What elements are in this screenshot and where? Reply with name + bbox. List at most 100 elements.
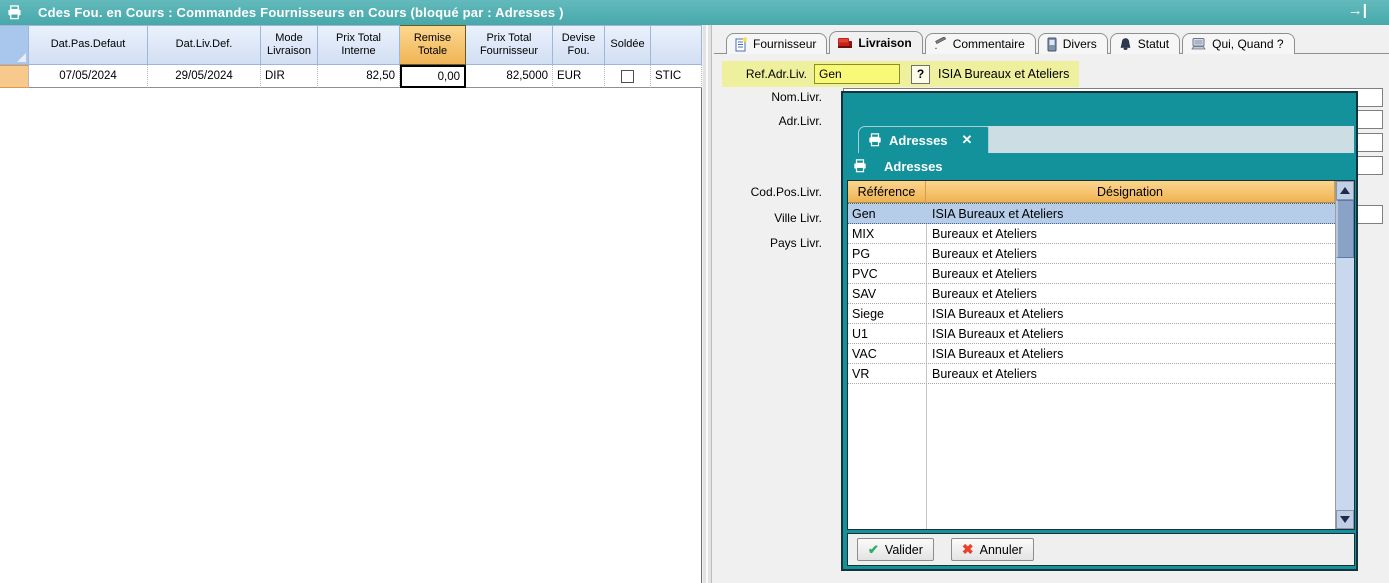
nom-livr-label: Nom.Livr. — [712, 90, 822, 104]
annuler-label: Annuler — [980, 543, 1023, 557]
tab-label: Statut — [1138, 37, 1169, 51]
order-row[interactable]: 07/05/2024 29/05/2024 DIR 82,50 0,00 82,… — [0, 65, 702, 88]
tab-fournisseur[interactable]: Fournisseur — [726, 33, 827, 54]
cell-reference: PVC — [848, 264, 926, 283]
dialog-toolbar: Adresses — [853, 155, 943, 177]
adresses-table-body: Référence Désignation Gen ISIA Bureaux e… — [848, 181, 1335, 529]
adresses-table-header: Référence Désignation — [848, 181, 1335, 203]
address-row-mix[interactable]: MIX Bureaux et Ateliers — [848, 224, 1335, 244]
address-row-siege[interactable]: Siege ISIA Bureaux et Ateliers — [848, 304, 1335, 324]
document-icon — [734, 37, 748, 52]
ref-adr-liv-label: Ref.Adr.Liv. — [722, 67, 814, 81]
annuler-button[interactable]: ✖ Annuler — [951, 538, 1034, 561]
tab-label: Commentaire — [953, 37, 1025, 51]
cell-reference: VR — [848, 364, 926, 383]
tab-divers[interactable]: Divers — [1038, 33, 1108, 54]
adr-livr-label: Adr.Livr. — [712, 114, 822, 128]
address-row-pg[interactable]: PG Bureaux et Ateliers — [848, 244, 1335, 264]
col-header-remise-totale[interactable]: Remise Totale — [400, 25, 466, 65]
address-row-vac[interactable]: VAC ISIA Bureaux et Ateliers — [848, 344, 1335, 364]
cell-soldee — [605, 65, 651, 88]
cell-prix-total-interne[interactable]: 82,50 — [318, 65, 400, 88]
col-header-blank[interactable] — [651, 25, 702, 65]
cell-remise-totale-selected[interactable]: 0,00 — [400, 65, 466, 88]
cell-reference: VAC — [848, 344, 926, 363]
check-icon: ✔ — [868, 542, 879, 558]
address-row-gen[interactable]: Gen ISIA Bureaux et Ateliers — [848, 203, 1335, 224]
expand-arrow-icon[interactable]: →| — [1348, 2, 1367, 19]
panel-splitter[interactable] — [703, 25, 712, 583]
tab-label: Livraison — [858, 36, 911, 50]
col-header-soldee[interactable]: Soldée — [605, 25, 651, 65]
col-header-prix-total-fournisseur[interactable]: Prix Total Fournisseur — [466, 25, 553, 65]
cod-pos-livr-label: Cod.Pos.Livr. — [712, 185, 822, 199]
cell-dat-liv-def[interactable]: 29/05/2024 — [148, 65, 261, 88]
col-header-dat-pas-defaut[interactable]: Dat.Pas.Defaut — [29, 25, 148, 65]
printer-icon — [7, 5, 22, 20]
col-header-reference[interactable]: Référence — [848, 181, 926, 203]
scrollbar-thumb[interactable] — [1336, 200, 1354, 258]
tab-qui-quand[interactable]: Qui, Quand ? — [1182, 33, 1294, 54]
scroll-up-button[interactable] — [1336, 181, 1354, 200]
cell-designation: Bureaux et Ateliers — [926, 264, 1335, 283]
dialog-toolbar-title: Adresses — [884, 159, 943, 174]
adresses-dialog-tab[interactable]: Adresses ✕ — [858, 126, 989, 153]
printer-icon — [868, 133, 882, 147]
adresses-dialog: Adresses ✕ Adresses Référence Désignatio… — [841, 91, 1358, 571]
address-row-sav[interactable]: SAV Bureaux et Ateliers — [848, 284, 1335, 304]
cell-devise-fou[interactable]: EUR — [553, 65, 605, 88]
col-header-devise-fou[interactable]: Devise Fou. — [553, 25, 605, 65]
arrow-down-icon — [1340, 516, 1350, 523]
address-row-u1[interactable]: U1 ISIA Bureaux et Ateliers — [848, 324, 1335, 344]
cell-designation: Bureaux et Ateliers — [926, 364, 1335, 383]
soldee-checkbox[interactable] — [621, 70, 634, 83]
col-header-dat-liv-def[interactable]: Dat.Liv.Def. — [148, 25, 261, 65]
arrow-up-icon — [1340, 187, 1350, 194]
pays-livr-label: Pays Livr. — [712, 236, 822, 250]
lookup-question-button[interactable]: ? — [911, 65, 930, 84]
cell-code[interactable]: STIC — [651, 65, 702, 88]
corner-triangle-icon — [17, 53, 26, 62]
cell-reference: U1 — [848, 324, 926, 343]
window-titlebar: Cdes Fou. en Cours : Commandes Fournisse… — [0, 0, 1389, 25]
ref-adr-liv-value: Gen — [819, 67, 842, 81]
address-row-pvc[interactable]: PVC Bureaux et Ateliers — [848, 264, 1335, 284]
close-icon[interactable]: ✕ — [962, 132, 973, 148]
scroll-down-button[interactable] — [1336, 510, 1354, 529]
ville-livr-label: Ville Livr. — [712, 211, 822, 225]
valider-label: Valider — [885, 543, 923, 557]
tab-label: Qui, Quand ? — [1212, 37, 1283, 51]
cell-designation: Bureaux et Ateliers — [926, 244, 1335, 263]
bell-icon — [1118, 37, 1133, 52]
orders-grid: Dat.Pas.Defaut Dat.Liv.Def. Mode Livrais… — [0, 25, 702, 583]
printer-icon — [853, 159, 867, 173]
cell-mode-livraison[interactable]: DIR — [261, 65, 318, 88]
device-icon — [1046, 37, 1058, 52]
tab-livraison[interactable]: Livraison — [829, 31, 922, 54]
tab-statut[interactable]: Statut — [1110, 33, 1180, 54]
cell-designation: ISIA Bureaux et Ateliers — [926, 344, 1335, 363]
scrollbar-track[interactable] — [1336, 258, 1354, 510]
valider-button[interactable]: ✔ Valider — [857, 538, 934, 561]
cell-dat-pas-defaut[interactable]: 07/05/2024 — [29, 65, 148, 88]
cross-icon: ✖ — [962, 541, 974, 558]
cell-designation: Bureaux et Ateliers — [926, 284, 1335, 303]
col-header-designation[interactable]: Désignation — [926, 181, 1335, 203]
col-header-prix-total-interne[interactable]: Prix Total Interne — [318, 25, 400, 65]
col-header-mode-livraison[interactable]: Mode Livraison — [261, 25, 318, 65]
computer-icon — [1190, 37, 1207, 51]
cell-reference: Gen — [848, 204, 926, 223]
tab-commentaire[interactable]: Commentaire — [925, 33, 1036, 54]
window-title: Cdes Fou. en Cours : Commandes Fournisse… — [38, 5, 564, 20]
address-row-vr[interactable]: VR Bureaux et Ateliers — [848, 364, 1335, 384]
scrollbar[interactable] — [1335, 181, 1354, 529]
adresses-table: Référence Désignation Gen ISIA Bureaux e… — [847, 180, 1355, 530]
cell-designation: ISIA Bureaux et Ateliers — [926, 324, 1335, 343]
select-all-corner[interactable] — [0, 25, 29, 65]
app-window: Cdes Fou. en Cours : Commandes Fournisse… — [0, 0, 1389, 583]
tab-label: Divers — [1063, 37, 1097, 51]
row-selector[interactable] — [0, 65, 29, 88]
cell-prix-total-fournisseur[interactable]: 82,5000 — [466, 65, 553, 88]
ref-adr-liv-description: ISIA Bureaux et Ateliers — [938, 67, 1069, 81]
ref-adr-liv-input[interactable]: Gen — [814, 64, 900, 84]
